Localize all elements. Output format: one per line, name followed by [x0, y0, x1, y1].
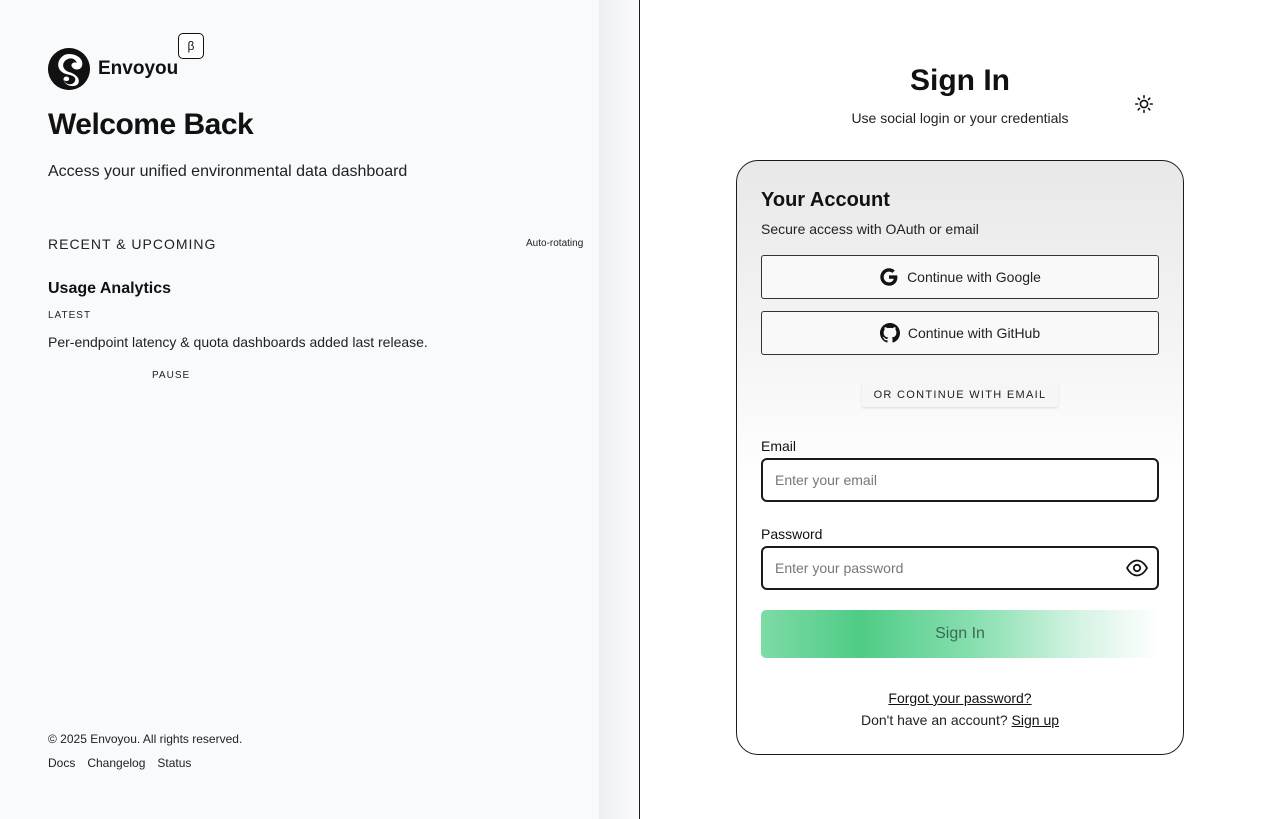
brand[interactable]: Envoyou — [48, 48, 178, 90]
card-title: Your Account — [761, 189, 890, 211]
update-description: Per-endpoint latency & quota dashboards … — [48, 334, 428, 350]
forgot-password-link[interactable]: Forgot your password? — [888, 690, 1031, 706]
sun-icon[interactable] — [1134, 94, 1154, 114]
github-button-label: Continue with GitHub — [907, 325, 1041, 341]
welcome-subtitle: Access your unified environmental data d… — [48, 163, 408, 180]
signin-title: Sign In — [910, 64, 1010, 97]
forgot-password-row: Forgot your password? — [737, 690, 1183, 706]
copyright: © 2025 Envoyou. All rights reserved. — [48, 732, 243, 746]
pause-button[interactable]: PAUSE — [152, 370, 190, 381]
email-label: Email — [761, 438, 797, 454]
update-tag: LATEST — [48, 310, 92, 321]
panel-shadow — [599, 0, 639, 819]
eye-icon[interactable] — [1125, 558, 1149, 578]
github-signin-button[interactable]: Continue with GitHub — [761, 311, 1159, 355]
google-signin-button[interactable]: Continue with Google — [761, 255, 1159, 299]
recent-upcoming-heading: RECENT & UPCOMING — [48, 236, 217, 252]
signin-subtitle: Use social login or your credentials — [851, 110, 1069, 126]
email-field[interactable] — [761, 458, 1159, 502]
footer-link-status[interactable]: Status — [157, 756, 191, 770]
email-separator: OR CONTINUE WITH EMAIL — [862, 383, 1058, 407]
no-account-text: Don't have an account? — [860, 712, 1008, 728]
google-button-label: Continue with Google — [907, 269, 1041, 285]
beta-badge: β — [178, 33, 204, 59]
password-field[interactable] — [761, 546, 1159, 590]
card-subtitle: Secure access with OAuth or email — [761, 221, 979, 237]
welcome-heading: Welcome Back — [48, 108, 254, 141]
brand-name: Envoyou — [98, 58, 179, 79]
left-panel: Envoyou β Welcome Back Access your unifi… — [0, 0, 599, 819]
google-icon — [879, 267, 899, 287]
password-label: Password — [761, 526, 823, 542]
footer-link-docs[interactable]: Docs — [48, 756, 75, 770]
signin-card: Your Account Secure access with OAuth or… — [736, 160, 1184, 755]
github-icon — [879, 323, 900, 343]
signup-link[interactable]: Sign up — [1012, 712, 1059, 728]
footer-links: Docs Changelog Status — [48, 756, 191, 770]
signup-row: Don't have an account? Sign up — [737, 712, 1183, 728]
envoyou-logo-icon — [48, 48, 90, 90]
update-title: Usage Analytics — [48, 280, 172, 297]
footer-link-changelog[interactable]: Changelog — [87, 756, 145, 770]
auto-rotating-label: Auto-rotating — [526, 238, 584, 249]
signin-submit-button[interactable]: Sign In — [761, 610, 1159, 658]
